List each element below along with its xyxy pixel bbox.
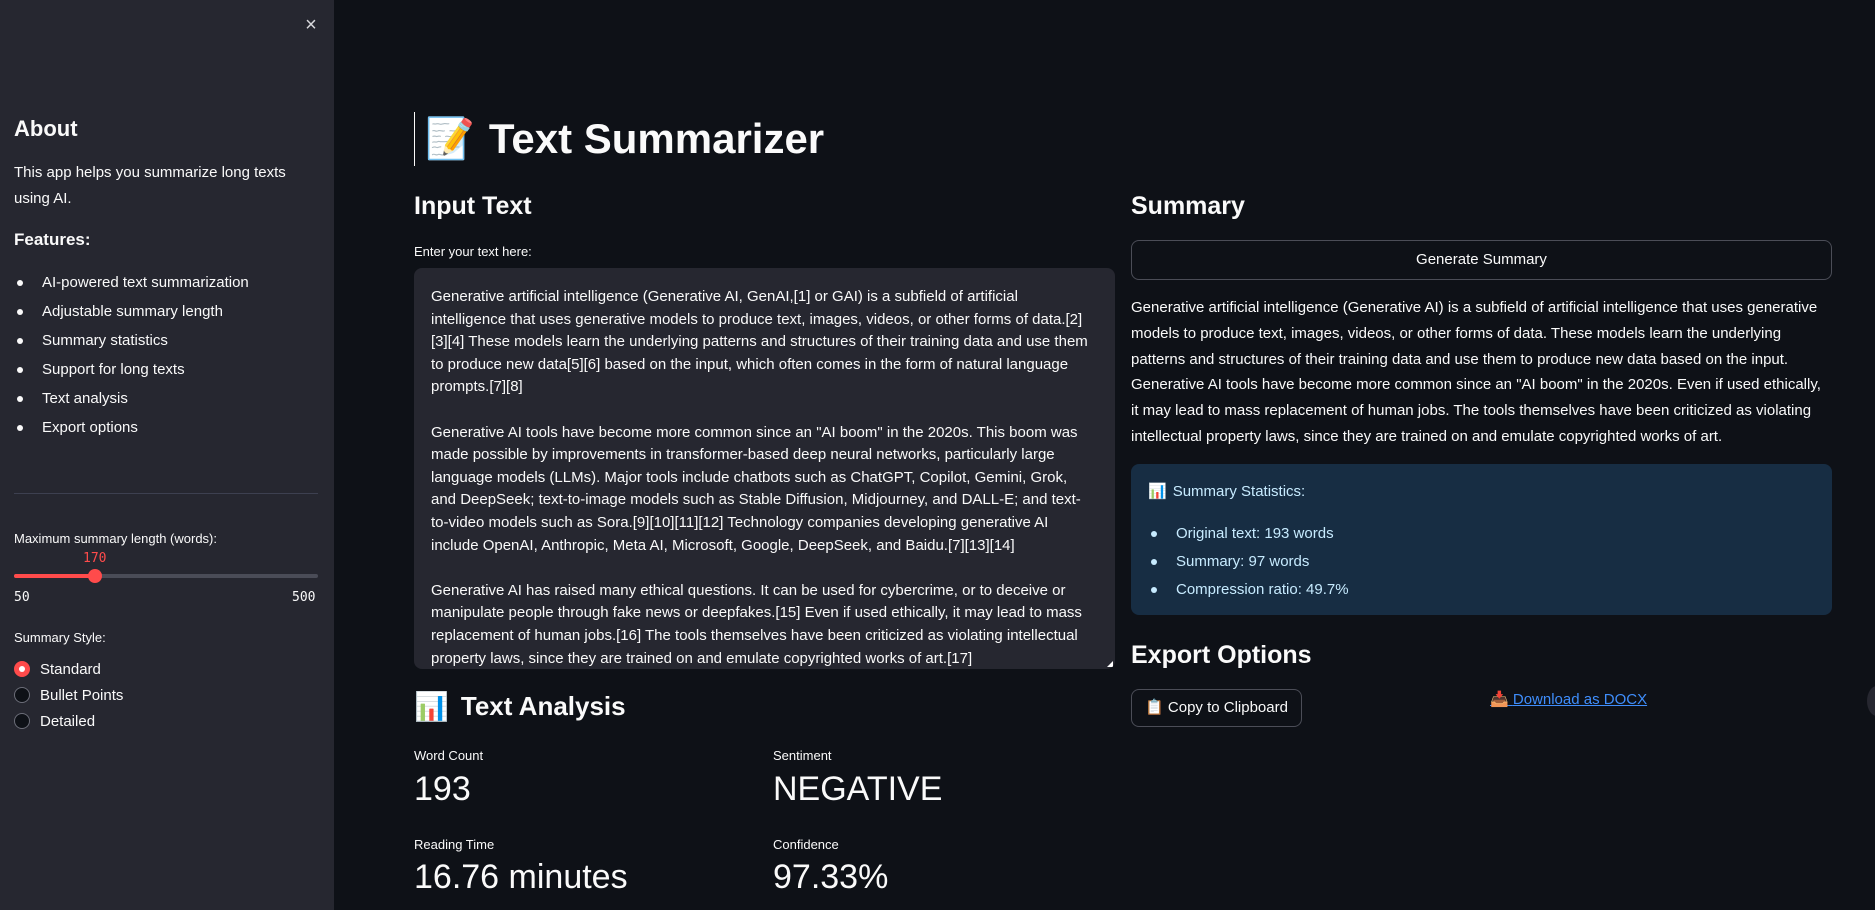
input-text-label: Enter your text here: bbox=[414, 244, 532, 259]
radio-button[interactable] bbox=[14, 713, 30, 729]
summary-statistics-list: Original text: 193 words Summary: 97 wor… bbox=[1148, 520, 1349, 604]
input-text-heading: Input Text bbox=[414, 192, 532, 220]
metric-value-sentiment: NEGATIVE bbox=[773, 770, 943, 808]
sidebar-content: About This app helps you summarize long … bbox=[14, 116, 318, 442]
feature-item: Text analysis bbox=[14, 384, 318, 413]
inbox-tray-icon: 📥 bbox=[1490, 691, 1509, 708]
resize-handle-icon[interactable] bbox=[1107, 661, 1113, 667]
stat-item-compression: Compression ratio: 49.7% bbox=[1148, 576, 1349, 604]
metric-label-sentiment: Sentiment bbox=[773, 748, 832, 763]
metric-value-word-count: 193 bbox=[414, 770, 471, 808]
radio-option-label: Standard bbox=[40, 660, 101, 678]
about-heading: About bbox=[14, 116, 78, 141]
slider-fill bbox=[14, 574, 96, 578]
summary-style-radio-group: Standard Bullet Points Detailed bbox=[14, 656, 123, 734]
input-text-area[interactable]: Generative artificial intelligence (Gene… bbox=[414, 268, 1115, 669]
input-paragraph: Generative AI has raised many ethical qu… bbox=[431, 581, 1082, 667]
close-sidebar-icon[interactable]: × bbox=[300, 14, 322, 36]
bar-chart-icon: 📊 bbox=[414, 691, 449, 722]
summary-output-text: Generative artificial intelligence (Gene… bbox=[1131, 299, 1821, 445]
copy-button-label: Copy to Clipboard bbox=[1167, 699, 1288, 716]
radio-option-label: Bullet Points bbox=[40, 686, 124, 704]
sidebar-divider bbox=[14, 493, 318, 494]
download-docx-link[interactable]: 📥 Download as DOCX bbox=[1490, 690, 1647, 708]
export-options-heading: Export Options bbox=[1131, 641, 1312, 669]
metric-value-reading-time: 16.76 minutes bbox=[414, 858, 628, 896]
feature-item: AI-powered text summarization bbox=[14, 268, 318, 297]
memo-icon: 📝 bbox=[425, 117, 475, 161]
page-title-block: 📝 Text Summarizer bbox=[414, 112, 824, 166]
about-description: This app helps you summarize long texts … bbox=[14, 164, 286, 207]
slider-min-label: 50 bbox=[14, 590, 30, 605]
radio-option-bullet-points[interactable]: Bullet Points bbox=[14, 682, 123, 708]
input-paragraph: Generative artificial intelligence (Gene… bbox=[431, 288, 1088, 396]
radio-option-detailed[interactable]: Detailed bbox=[14, 708, 123, 734]
feature-item: Support for long texts bbox=[14, 355, 318, 384]
text-analysis-title: Text Analysis bbox=[460, 691, 626, 721]
scroll-edge-handle[interactable] bbox=[1867, 686, 1875, 716]
radio-option-standard[interactable]: Standard bbox=[14, 656, 123, 682]
app-root: × About This app helps you summarize lon… bbox=[0, 0, 1875, 910]
summary-style-label: Summary Style: bbox=[14, 630, 106, 645]
input-text-content: Generative artificial intelligence (Gene… bbox=[414, 268, 1115, 669]
stat-item-summary: Summary: 97 words bbox=[1148, 548, 1349, 576]
slider-max-label: 500 bbox=[292, 590, 316, 605]
radio-button[interactable] bbox=[14, 687, 30, 703]
summary-length-label: Maximum summary length (words): bbox=[14, 531, 217, 546]
summary-statistics-label: Summary Statistics: bbox=[1172, 482, 1306, 500]
summary-length-slider[interactable] bbox=[14, 569, 318, 583]
clipboard-icon: 📋 bbox=[1145, 699, 1164, 716]
summary-length-value: 170 bbox=[83, 551, 107, 566]
radio-button[interactable] bbox=[14, 661, 30, 677]
summary-statistics-box: 📊 Summary Statistics: Original text: 193… bbox=[1131, 464, 1832, 615]
stat-item-original: Original text: 193 words bbox=[1148, 520, 1349, 548]
summary-statistics-title: 📊 Summary Statistics: bbox=[1148, 482, 1306, 501]
generate-summary-button[interactable]: Generate Summary bbox=[1131, 240, 1832, 280]
metric-label-word-count: Word Count bbox=[414, 748, 484, 763]
metric-value-confidence: 97.33% bbox=[773, 858, 889, 896]
feature-item: Adjustable summary length bbox=[14, 297, 318, 326]
sidebar: × About This app helps you summarize lon… bbox=[0, 0, 334, 910]
features-heading: Features: bbox=[14, 230, 91, 249]
text-analysis-heading: 📊 Text Analysis bbox=[414, 690, 626, 723]
copy-to-clipboard-button[interactable]: 📋 Copy to Clipboard bbox=[1131, 689, 1302, 727]
input-paragraph: Generative AI tools have become more com… bbox=[431, 423, 1081, 554]
download-link-label: Download as DOCX bbox=[1512, 691, 1648, 708]
metric-label-confidence: Confidence bbox=[773, 837, 839, 852]
features-list: AI-powered text summarization Adjustable… bbox=[14, 268, 318, 442]
summary-heading: Summary bbox=[1131, 192, 1245, 220]
metric-label-reading-time: Reading Time bbox=[414, 837, 495, 852]
feature-item: Export options bbox=[14, 413, 318, 442]
slider-thumb[interactable] bbox=[88, 569, 103, 583]
page-title: Text Summarizer bbox=[488, 115, 825, 162]
bar-chart-icon: 📊 bbox=[1148, 483, 1167, 500]
feature-item: Summary statistics bbox=[14, 326, 318, 355]
radio-option-label: Detailed bbox=[40, 712, 96, 730]
